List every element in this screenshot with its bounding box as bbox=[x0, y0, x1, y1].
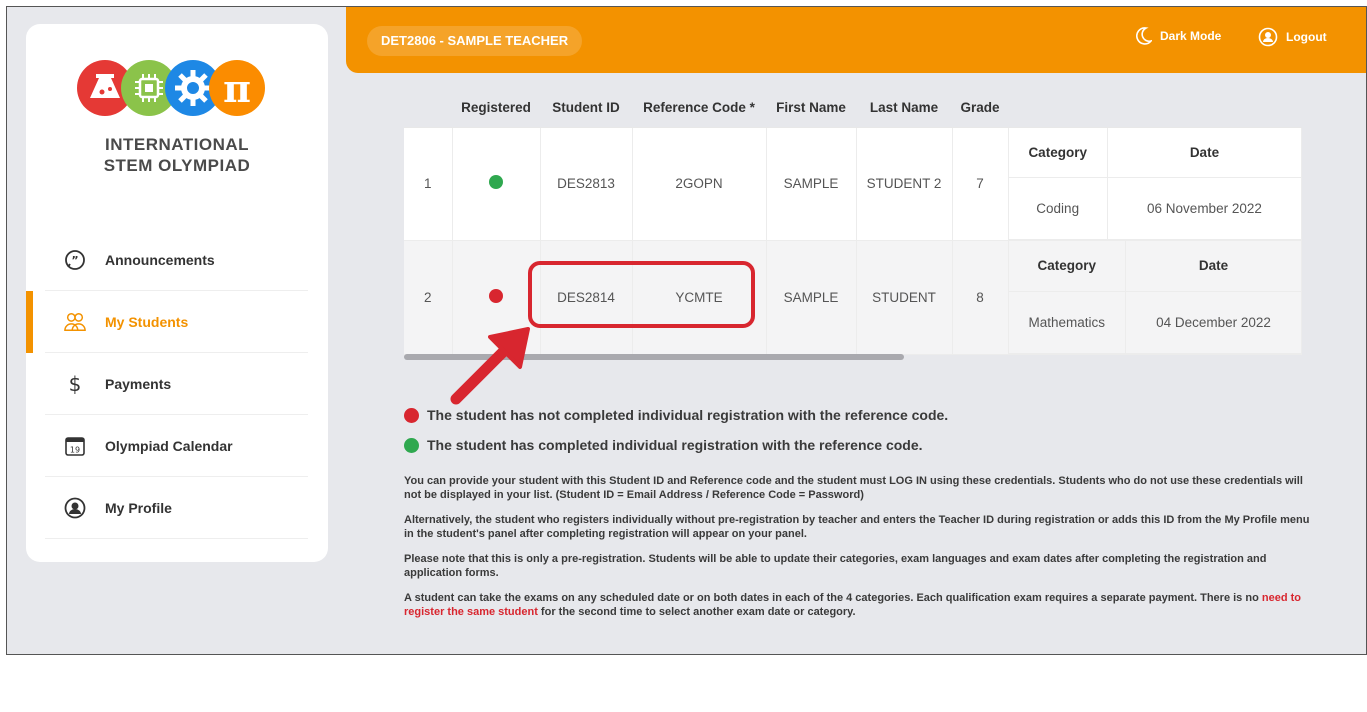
col-index bbox=[404, 89, 452, 128]
logout-label: Logout bbox=[1286, 30, 1327, 44]
legend-not-completed: The student has not completed individual… bbox=[404, 400, 948, 430]
category-subtable: Category Date Coding 06 November 2022 bbox=[1008, 127, 1302, 240]
pointer-arrow-icon bbox=[450, 327, 530, 405]
brand-line-1: INTERNATIONAL bbox=[104, 135, 250, 154]
status-legend: The student has not completed individual… bbox=[404, 400, 948, 460]
brand-name: INTERNATIONAL STEM OLYMPIAD bbox=[26, 134, 328, 176]
cell-registered bbox=[452, 127, 541, 241]
sidebar-item-label: Announcements bbox=[105, 251, 215, 268]
col-categories bbox=[1008, 89, 1302, 128]
category-subtable: Category Date Mathematics 04 December 20… bbox=[1008, 241, 1303, 354]
cell-grade: 7 bbox=[952, 127, 1009, 241]
sidebar-item-announcements[interactable]: ” Announcements bbox=[45, 229, 308, 291]
users-icon bbox=[64, 311, 86, 333]
table-row[interactable]: 1 DES2813 2GOPN SAMPLE STUDENT 2 7 Categ… bbox=[404, 127, 1302, 241]
sidebar-menu: ” Announcements My Students $ Payments 1… bbox=[26, 229, 308, 539]
status-dot-red bbox=[404, 407, 419, 423]
sidebar-item-olympiad-calendar[interactable]: 19 Olympiad Calendar bbox=[45, 415, 308, 477]
note-paragraph: A student can take the exams on any sche… bbox=[404, 591, 1314, 619]
sidebar-item-my-profile[interactable]: My Profile bbox=[45, 477, 308, 539]
olympiad-logo: π bbox=[77, 60, 265, 116]
note-paragraph: Please note that this is only a pre-regi… bbox=[404, 553, 1267, 579]
svg-text:19: 19 bbox=[70, 445, 80, 454]
sidebar-item-label: Payments bbox=[105, 375, 172, 392]
sidebar-item-payments[interactable]: $ Payments bbox=[45, 353, 308, 415]
subheader-category: Category bbox=[1008, 241, 1127, 292]
col-first-name: First Name bbox=[766, 89, 856, 128]
sidebar: π INTERNATIONAL STEM OLYMPIAD ” Announce… bbox=[26, 24, 328, 562]
cell-category: Mathematics bbox=[1008, 290, 1127, 354]
col-grade: Grade bbox=[952, 89, 1008, 128]
cell-index: 1 bbox=[404, 127, 453, 241]
col-last-name: Last Name bbox=[856, 89, 952, 128]
legend-text: The student has completed individual reg… bbox=[427, 437, 923, 453]
sidebar-item-my-students[interactable]: My Students bbox=[26, 291, 308, 353]
cell-first-name: SAMPLE bbox=[766, 240, 857, 355]
user-circle-icon bbox=[1258, 27, 1278, 47]
note-paragraph: You can provide your student with this S… bbox=[404, 475, 1303, 501]
table-header-row: Registered Student ID Reference Code * F… bbox=[404, 89, 1302, 128]
status-dot-green bbox=[489, 175, 503, 190]
status-dot-green bbox=[404, 437, 419, 453]
moon-icon bbox=[1136, 27, 1152, 45]
cell-last-name: STUDENT 2 bbox=[856, 127, 953, 241]
subheader-category: Category bbox=[1008, 127, 1108, 178]
sidebar-item-label: Olympiad Calendar bbox=[105, 437, 233, 454]
note-text: for the second time to select another ex… bbox=[537, 606, 856, 618]
sidebar-item-label: My Students bbox=[105, 313, 189, 330]
sidebar-item-label: My Profile bbox=[105, 499, 172, 516]
status-dot-red bbox=[489, 288, 503, 303]
calendar-icon: 19 bbox=[64, 435, 86, 457]
cell-index: 2 bbox=[404, 240, 453, 355]
svg-text:”: ” bbox=[71, 254, 78, 267]
legend-text: The student has not completed individual… bbox=[427, 407, 949, 423]
col-reference-code: Reference Code * bbox=[632, 89, 766, 128]
app-frame: π INTERNATIONAL STEM OLYMPIAD ” Announce… bbox=[6, 6, 1367, 655]
cell-first-name: SAMPLE bbox=[766, 127, 857, 241]
cell-categories: Category Date Mathematics 04 December 20… bbox=[1008, 240, 1303, 355]
cell-date: 06 November 2022 bbox=[1107, 177, 1302, 240]
cell-reference-code: 2GOPN bbox=[632, 127, 767, 241]
note-text: A student can take the exams on any sche… bbox=[404, 592, 1262, 604]
teacher-id-badge: DET2806 - SAMPLE TEACHER bbox=[367, 26, 583, 56]
top-header: DET2806 - SAMPLE TEACHER Dark Mode Logou… bbox=[346, 7, 1366, 73]
brand-line-2: STEM OLYMPIAD bbox=[103, 156, 251, 175]
col-student-id: Student ID bbox=[540, 89, 632, 128]
subheader-date: Date bbox=[1107, 127, 1302, 178]
cell-grade: 8 bbox=[952, 240, 1009, 355]
dollar-icon: $ bbox=[68, 371, 82, 396]
user-circle-icon bbox=[64, 497, 86, 519]
info-notes: You can provide your student with this S… bbox=[404, 474, 1314, 630]
legend-completed: The student has completed individual reg… bbox=[404, 430, 948, 460]
cell-student-id: DES2813 bbox=[540, 127, 633, 241]
highlight-box bbox=[528, 261, 755, 328]
chat-bubble-icon: ” bbox=[64, 249, 86, 271]
logout-button[interactable]: Logout bbox=[1258, 27, 1327, 47]
dark-mode-label: Dark Mode bbox=[1160, 29, 1222, 43]
cell-date: 04 December 2022 bbox=[1125, 290, 1302, 354]
note-paragraph: Alternatively, the student who registers… bbox=[404, 514, 1310, 540]
cell-last-name: STUDENT bbox=[856, 240, 953, 355]
cell-categories: Category Date Coding 06 November 2022 bbox=[1008, 127, 1302, 241]
svg-text:π: π bbox=[223, 66, 251, 111]
cell-category: Coding bbox=[1008, 177, 1108, 240]
col-registered: Registered bbox=[452, 89, 540, 128]
active-indicator bbox=[26, 291, 33, 353]
dark-mode-button[interactable]: Dark Mode bbox=[1136, 27, 1221, 45]
subheader-date: Date bbox=[1125, 241, 1302, 292]
